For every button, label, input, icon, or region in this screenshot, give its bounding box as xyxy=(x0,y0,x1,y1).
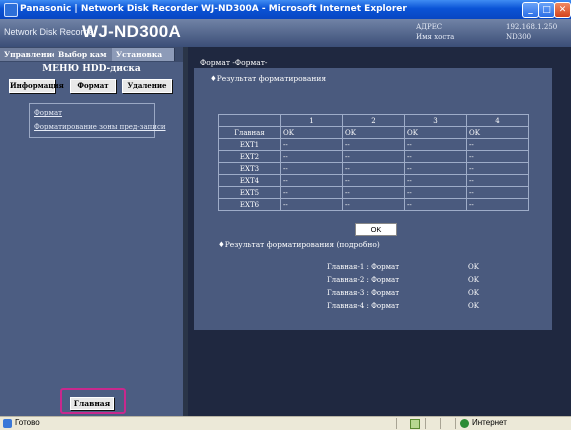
column-header: 3 xyxy=(404,114,467,127)
prerecord-format-link[interactable]: Форматирование зоны пред-записи xyxy=(34,123,166,131)
security-icon xyxy=(410,419,420,429)
internet-zone-icon xyxy=(460,419,469,428)
detail-value: OK xyxy=(468,276,479,284)
row-label: EXT6 xyxy=(218,198,281,211)
format-result-heading: ♦Результат форматирования xyxy=(210,74,327,83)
detail-result-heading: ♦Результат форматирования (подробно) xyxy=(218,240,380,249)
menu-title: МЕНЮ HDD-диска xyxy=(42,64,141,74)
result-cell: -- xyxy=(342,162,405,175)
row-label: EXT3 xyxy=(218,162,281,175)
host-value: ND300 xyxy=(506,33,532,41)
column-header: 2 xyxy=(342,114,405,127)
tab-camera-select[interactable]: Выбор кам xyxy=(54,48,115,61)
detail-label: Главная-4 : Формат xyxy=(327,302,400,310)
result-cell: -- xyxy=(466,138,529,151)
window-title-bar: Panasonic | Network Disk Recorder WJ-ND3… xyxy=(0,0,571,19)
info-button[interactable]: Информация xyxy=(9,79,64,93)
home-button-highlight xyxy=(60,388,126,414)
model-name: WJ-ND300A xyxy=(82,22,182,41)
result-cell: -- xyxy=(404,162,467,175)
minimize-icon[interactable]: _ xyxy=(522,2,539,18)
format-link[interactable]: Формат xyxy=(34,109,62,117)
table-row: EXT4 -- -- -- -- xyxy=(218,174,529,187)
table-row: EXT2 -- -- -- -- xyxy=(218,150,529,163)
row-label: EXT2 xyxy=(218,150,281,163)
result-cell: -- xyxy=(342,150,405,163)
result-cell: -- xyxy=(466,162,529,175)
table-row: EXT6 -- -- -- -- xyxy=(218,198,529,211)
tab-control[interactable]: Управление xyxy=(0,48,57,61)
result-cell: -- xyxy=(342,186,405,199)
detail-value: OK xyxy=(468,289,479,297)
detail-label: Главная-3 : Формат xyxy=(327,289,400,297)
left-navigation-panel: Управление Выбор кам Установка МЕНЮ HDD-… xyxy=(0,47,183,416)
status-text: Готово xyxy=(15,418,40,427)
close-icon[interactable]: ✕ xyxy=(554,2,571,18)
result-cell: OK xyxy=(342,126,405,139)
detail-value: OK xyxy=(468,302,479,310)
delete-button[interactable]: Удаление xyxy=(122,79,172,93)
result-cell: -- xyxy=(280,162,343,175)
result-cell: -- xyxy=(466,150,529,163)
ok-button[interactable]: OK xyxy=(355,223,397,236)
status-bar: Готово Интернет xyxy=(0,416,571,430)
row-label: Главная xyxy=(218,126,281,139)
header-values: 192.168.1.250 ND300 xyxy=(506,22,557,42)
detail-value: OK xyxy=(468,263,479,271)
result-cell: OK xyxy=(404,126,467,139)
result-cell: -- xyxy=(342,198,405,211)
table-row: EXT3 -- -- -- -- xyxy=(218,162,529,175)
address-label: АДРЕС xyxy=(416,23,443,31)
nav-tabs: Управление Выбор кам Установка xyxy=(0,47,183,62)
row-label: EXT1 xyxy=(218,138,281,151)
table-row: Главная OK OK OK OK xyxy=(218,126,529,139)
result-cell: -- xyxy=(466,174,529,187)
column-header: 4 xyxy=(466,114,529,127)
table-header-row: 1234 xyxy=(218,114,529,127)
result-cell: OK xyxy=(280,126,343,139)
format-result-table: 1 2 3 4 Главная OK OK OK OK EXT1 -- -- -- -- EXT2 -- -- -… xyxy=(218,114,529,211)
result-cell: OK xyxy=(466,126,529,139)
address-value: 192.168.1.250 xyxy=(506,23,558,31)
zone-label: Интернет xyxy=(472,418,507,427)
result-cell: -- xyxy=(342,138,405,151)
result-cell: -- xyxy=(404,198,467,211)
detail-label: Главная-2 : Формат xyxy=(327,276,400,284)
format-button[interactable]: Формат xyxy=(70,79,116,93)
result-cell: -- xyxy=(404,174,467,187)
host-label: Имя хоста xyxy=(416,33,455,41)
maximize-icon[interactable]: □ xyxy=(538,2,555,18)
result-cell: -- xyxy=(280,198,343,211)
result-cell: -- xyxy=(280,138,343,151)
table-row: EXT1 -- -- -- -- xyxy=(218,138,529,151)
result-cell: -- xyxy=(280,174,343,187)
result-cell: -- xyxy=(280,186,343,199)
ie-icon xyxy=(4,3,18,17)
page-title: Формат -Формат- xyxy=(200,58,268,67)
page-icon xyxy=(3,419,12,428)
result-cell: -- xyxy=(280,150,343,163)
row-label: EXT5 xyxy=(218,186,281,199)
header-labels: АДРЕС Имя хоста xyxy=(416,22,454,42)
result-cell: -- xyxy=(466,186,529,199)
result-cell: -- xyxy=(404,150,467,163)
detail-label: Главная-1 : Формат xyxy=(327,263,400,271)
submenu-box: Формат Форматирование зоны пред-записи xyxy=(29,103,166,138)
table-row: EXT5 -- -- -- -- xyxy=(218,186,529,199)
result-cell: -- xyxy=(466,198,529,211)
result-cell: -- xyxy=(404,138,467,151)
result-cell: -- xyxy=(404,186,467,199)
column-header: 1 xyxy=(280,114,343,127)
column-header xyxy=(218,114,281,127)
tab-setup[interactable]: Установка xyxy=(112,48,175,61)
row-label: EXT4 xyxy=(218,174,281,187)
app-header: Network Disk Recorder WJ-ND300A АДРЕС Им… xyxy=(0,19,571,47)
result-cell: -- xyxy=(342,174,405,187)
window-title: Panasonic | Network Disk Recorder WJ-ND3… xyxy=(20,4,407,14)
